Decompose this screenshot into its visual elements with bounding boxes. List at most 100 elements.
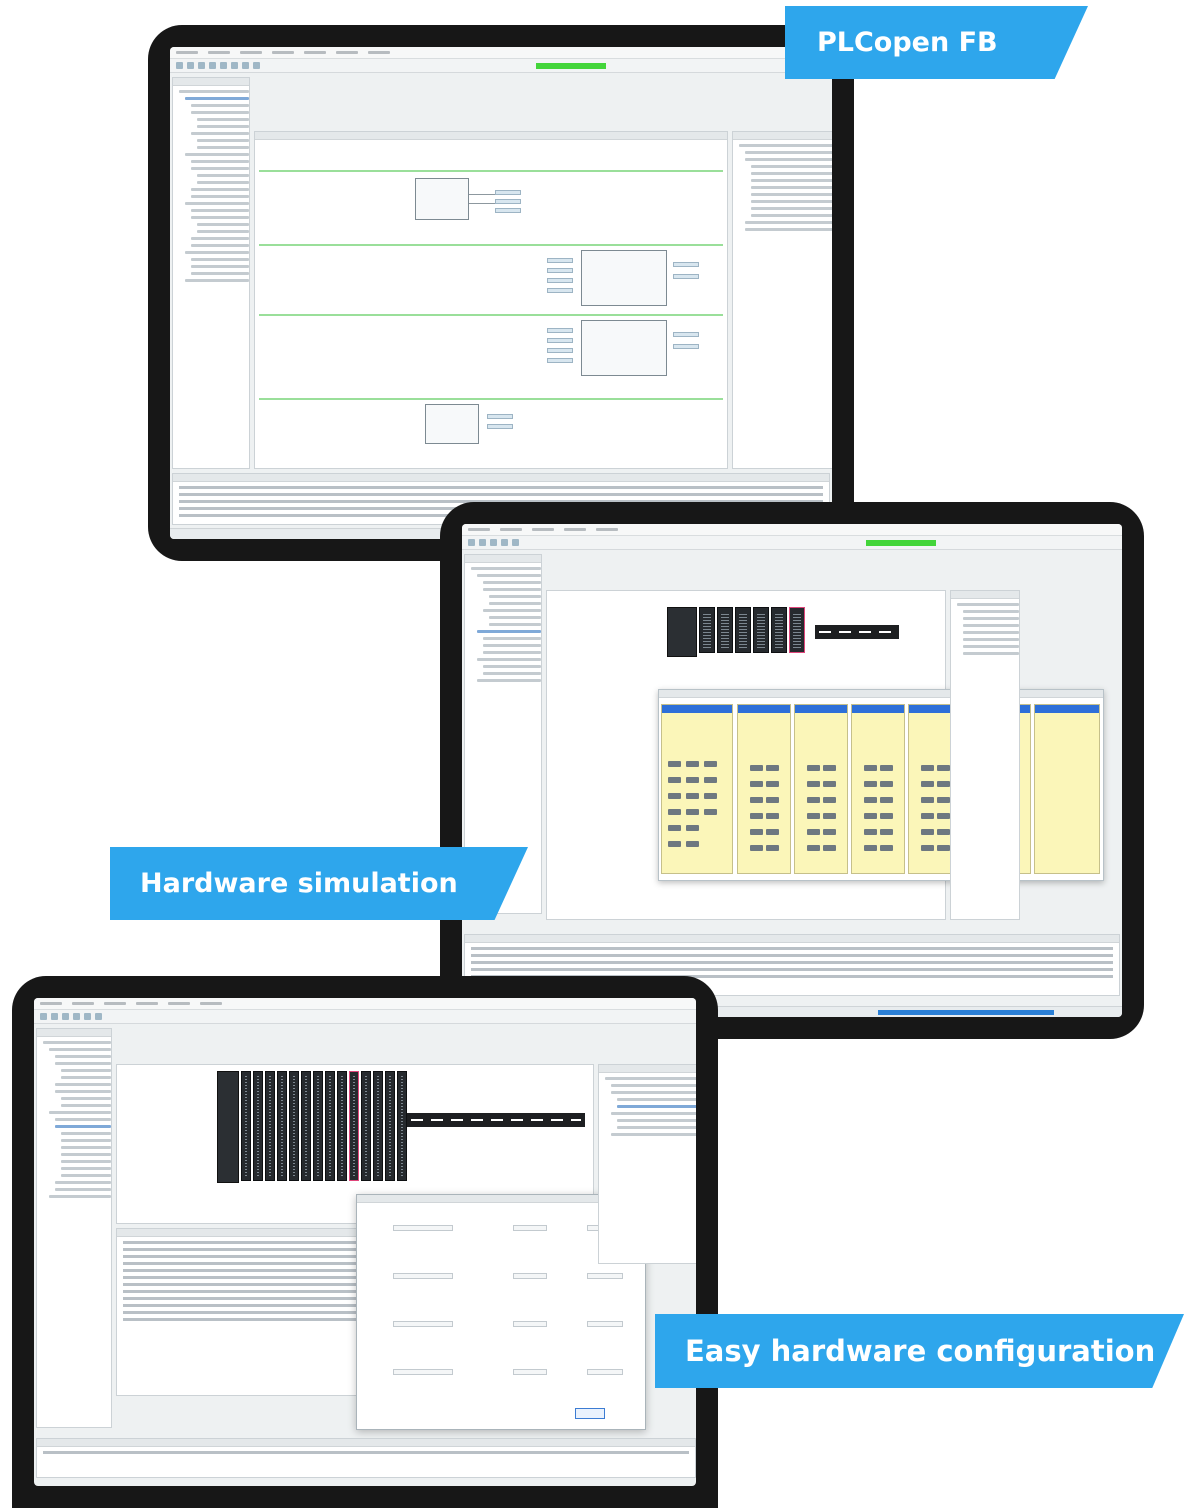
tree-item[interactable] [751, 193, 832, 196]
tree-item-selected[interactable] [55, 1125, 111, 1128]
sim-io-button[interactable] [937, 829, 950, 835]
tree-item[interactable] [483, 609, 541, 612]
tree-item[interactable] [191, 104, 249, 107]
menu-icon[interactable] [368, 51, 390, 54]
sim-io-button[interactable] [864, 813, 877, 819]
tree-item[interactable] [191, 244, 249, 247]
tree-item[interactable] [483, 665, 541, 668]
io-module-icon[interactable] [789, 607, 805, 653]
tree-item[interactable] [483, 581, 541, 584]
toolbar-icon[interactable] [198, 62, 205, 69]
tree-item[interactable] [963, 652, 1019, 655]
io-module-icon[interactable] [771, 607, 787, 653]
tree-item[interactable] [617, 1098, 696, 1101]
toolbar-icon[interactable] [176, 62, 183, 69]
sim-io-button[interactable] [704, 793, 717, 799]
tree-item[interactable] [963, 645, 1019, 648]
sim-io-button[interactable] [880, 829, 893, 835]
menu-icon[interactable] [272, 51, 294, 54]
tree-item[interactable] [963, 617, 1019, 620]
tree-item[interactable] [191, 265, 249, 268]
tree-item[interactable] [611, 1112, 696, 1115]
tree-item[interactable] [751, 200, 832, 203]
io-module-icon[interactable] [753, 607, 769, 653]
sim-io-button[interactable] [750, 829, 763, 835]
tree-item[interactable] [745, 228, 832, 231]
sim-io-button[interactable] [704, 777, 717, 783]
menu-icon[interactable] [176, 51, 198, 54]
fb-editor[interactable] [254, 131, 728, 469]
fb-output-pin[interactable] [487, 414, 513, 419]
sim-io-button[interactable] [864, 765, 877, 771]
io-module-icon[interactable] [699, 607, 715, 653]
toolbar-icon[interactable] [51, 1013, 58, 1020]
tree-item[interactable] [611, 1084, 696, 1087]
cpu-module-icon[interactable] [217, 1071, 239, 1183]
toolbar-icon[interactable] [501, 539, 508, 546]
io-module-icon[interactable] [385, 1071, 395, 1181]
tree-item[interactable] [611, 1133, 696, 1136]
fb-input-pin[interactable] [547, 278, 573, 283]
tree-item[interactable] [191, 167, 249, 170]
tree-item[interactable] [957, 603, 1019, 606]
io-module-icon[interactable] [241, 1071, 251, 1181]
tree-item-selected[interactable] [477, 630, 541, 633]
table-row[interactable] [123, 1311, 371, 1314]
io-module-icon[interactable] [373, 1071, 383, 1181]
io-module-icon[interactable] [735, 607, 751, 653]
channel-setting-field[interactable] [513, 1321, 547, 1327]
tree-item[interactable] [963, 610, 1019, 613]
tree-item[interactable] [477, 679, 541, 682]
sim-io-button[interactable] [937, 813, 950, 819]
tree-item[interactable] [43, 1041, 111, 1044]
tree-item[interactable] [185, 153, 249, 156]
tree-item[interactable] [61, 1132, 111, 1135]
sim-io-button[interactable] [807, 765, 820, 771]
tree-item[interactable] [191, 258, 249, 261]
tree-item[interactable] [605, 1077, 696, 1080]
tree-item[interactable] [61, 1146, 111, 1149]
sim-io-button[interactable] [766, 829, 779, 835]
toolbar-icon[interactable] [490, 539, 497, 546]
toolbar-icon[interactable] [512, 539, 519, 546]
tree-item[interactable] [191, 209, 249, 212]
menu-bar[interactable] [34, 998, 696, 1010]
toolbar-icon[interactable] [40, 1013, 47, 1020]
menu-icon[interactable] [304, 51, 326, 54]
sim-io-button[interactable] [937, 797, 950, 803]
tree-item[interactable] [471, 567, 541, 570]
io-module-icon[interactable] [361, 1071, 371, 1181]
sim-io-button[interactable] [704, 809, 717, 815]
tree-item[interactable] [197, 174, 249, 177]
io-module-icon[interactable] [349, 1071, 359, 1181]
hardware-rack[interactable] [667, 607, 805, 657]
fb-input-pin[interactable] [547, 338, 573, 343]
sim-io-button[interactable] [750, 765, 763, 771]
tree-item[interactable] [963, 638, 1019, 641]
sim-io-button[interactable] [921, 765, 934, 771]
table-row[interactable] [123, 1283, 371, 1286]
table-row[interactable] [123, 1290, 371, 1293]
sim-io-button[interactable] [921, 829, 934, 835]
fb-output-pin[interactable] [487, 424, 513, 429]
network-rung[interactable] [259, 398, 723, 400]
tree-item[interactable] [483, 672, 541, 675]
menu-icon[interactable] [136, 1002, 158, 1005]
menu-icon[interactable] [500, 528, 522, 531]
menu-bar[interactable] [462, 524, 1122, 536]
fb-block-move-relative[interactable] [581, 320, 667, 376]
tree-item[interactable] [61, 1153, 111, 1156]
tree-item[interactable] [185, 97, 249, 100]
sim-io-button[interactable] [668, 761, 681, 767]
toolbar-icon[interactable] [95, 1013, 102, 1020]
menu-icon[interactable] [72, 1002, 94, 1005]
tree-item[interactable] [751, 214, 832, 217]
toolbar-icon[interactable] [73, 1013, 80, 1020]
sim-io-button[interactable] [686, 825, 699, 831]
sim-io-button[interactable] [668, 825, 681, 831]
tree-item[interactable] [61, 1076, 111, 1079]
fb-output-pin[interactable] [673, 332, 699, 337]
toolbar-icon[interactable] [231, 62, 238, 69]
tree-item[interactable] [489, 595, 541, 598]
tree-item[interactable] [191, 132, 249, 135]
